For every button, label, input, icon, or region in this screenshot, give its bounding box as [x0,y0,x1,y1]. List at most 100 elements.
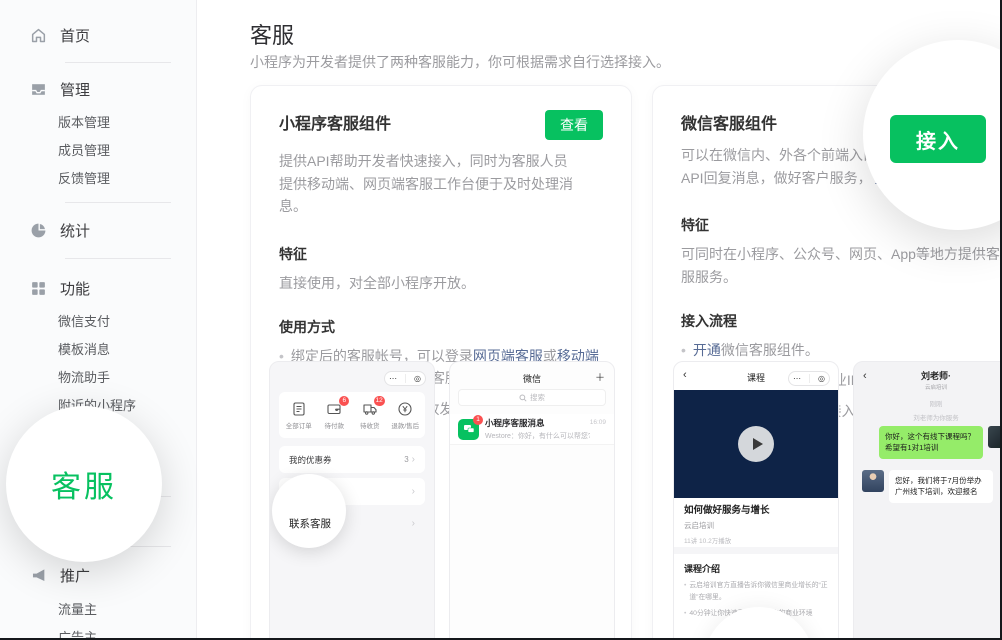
chevron-right-icon: › [412,519,415,529]
pie-chart-icon [30,222,47,239]
grid-cell: 退款/售后 [388,401,422,430]
more-icon: ⋯ [389,375,397,383]
card-title: 微信客服组件 [681,110,777,134]
connect-button[interactable]: 接入 [890,115,986,163]
divider [65,202,171,203]
desc-text: API回复消息，做好客户服务， [681,170,872,186]
plus-icon: ＋ [595,369,605,384]
sidebar-subitem-logistics[interactable]: 物流助手 [58,366,110,386]
chat-timestamp: 刚刚 [854,398,1002,408]
sidebar-item-features[interactable]: 功能 [30,276,90,300]
all-orders-icon [291,401,307,417]
chevron-right-icon: › [412,487,415,497]
sidebar: 首页 管理 版本管理 成员管理 反馈管理 统计 功能 微信支付 模板消息 [0,0,197,640]
divider [65,258,171,259]
incoming-message-row: 您好，我们将于7月份举办广州线下培训，欢迎报名 [862,470,1002,503]
refund-icon [397,401,413,417]
sidebar-subitem-members[interactable]: 成员管理 [58,139,110,159]
orders-icon-grid: 全部订单 6 待付款 12 待收货 退款/售后 [279,392,425,438]
chat-title: 小程序客服消息 [485,417,590,429]
sidebar-item-home[interactable]: 首页 [30,23,90,47]
outgoing-bubble: 你好，这个有线下课程吗？希望有1对1培训 [879,426,983,459]
sidebar-item-label: 首页 [60,25,90,46]
phone-mockup-course: ‹ 课程 ⋯ ◎ 如何做好服务与增长 云启培训 11讲 10.2万播放 课程介绍… [673,361,839,640]
phone-mockup-wechat-list: 微信 ＋ 搜索 1 小程序客服消息 Westore：你好，有什么可以帮您? 16… [449,361,615,640]
sidebar-item-stats[interactable]: 统计 [30,218,90,242]
chevron-right-icon: › [412,455,415,465]
grid-icon [30,280,47,297]
sidebar-item-label: 管理 [60,79,90,100]
capsule-target-icon: ◎ [414,375,421,383]
grid-cell: 全部订单 [282,401,316,430]
video-thumbnail [674,390,838,498]
play-icon [738,426,774,462]
sidebar-item-customer-service[interactable]: 客服 [51,462,117,506]
feature-heading: 特征 [279,244,603,264]
page-title: 客服 [250,18,294,50]
inbox-icon [30,81,47,98]
search-bar: 搜索 [458,389,606,406]
sidebar-subitem-advertiser[interactable]: 广告主 [58,626,97,640]
service-chat-icon: 1 [458,419,479,440]
wechat-title: 微信 [450,372,614,385]
capsule-target-icon: ◎ [818,375,825,383]
chat-list-item: 1 小程序客服消息 Westore：你好，有什么可以帮您? 16:09 [450,414,614,444]
sidebar-spotlight-circle: 客服 [6,406,162,562]
incoming-bubble: 您好，我们将于7月份举办广州线下培训，欢迎报名 [889,470,993,503]
phone-mockup-orders: ⋯ ◎ 全部订单 6 待付款 12 待收货 [269,361,435,640]
chat-contact-org: 云启培训 [854,383,1002,391]
page-subtitle: 小程序为开发者提供了两种客服能力，你可根据需求自行选择接入。 [250,52,670,72]
search-icon [519,394,527,402]
chat-system-message: 刘老师为你服务 [854,412,1002,422]
sidebar-subitem-feedback[interactable]: 反馈管理 [58,167,110,187]
bullet-text: 微信客服组件。 [721,342,819,358]
list-item-contact-service: 联系客服 › [279,510,425,537]
intro-heading: 课程介绍 [684,562,828,575]
intro-bullet: 云启培训官方直播告诉你微信里商业增长的“正道”在哪里。 [684,580,828,603]
sidebar-subitem-version[interactable]: 版本管理 [58,111,110,131]
feature-text: 直接使用，对全部小程序开放。 [279,272,603,295]
divider [674,547,838,554]
search-placeholder: 搜索 [530,392,545,403]
megaphone-icon [30,567,47,584]
badge: 6 [339,396,349,406]
agent-avatar [862,470,884,492]
flow-bullet: 开通微信客服组件。 [681,339,1002,362]
video-provider: 云启培训 [684,520,828,531]
chat-preview: Westore：你好，有什么可以帮您? [485,431,590,441]
miniprogram-capsule: ⋯ ◎ [788,371,830,386]
flow-heading: 接入流程 [681,311,1002,331]
sidebar-subitem-template-msg[interactable]: 模板消息 [58,338,110,358]
badge: 12 [374,396,385,406]
divider [65,62,171,63]
list-item-coupons: 我的优惠券 3 › [279,446,425,473]
sidebar-item-promotion[interactable]: 推广 [30,563,90,587]
home-icon [30,27,47,44]
video-meta: 11讲 10.2万播放 [684,535,828,545]
video-title: 如何做好服务与增长 [684,502,828,516]
grid-cell: 6 待付款 [317,401,351,430]
app-root: 首页 管理 版本管理 成员管理 反馈管理 统计 功能 微信支付 模板消息 [0,0,1002,640]
chat-contact-name: 刘老师· [854,369,1002,382]
more-icon: ⋯ [793,375,801,383]
card-title: 小程序客服组件 [279,110,391,134]
sidebar-item-label: 推广 [60,565,90,586]
phone-mockup-chat: ‹ ⋯ 刘老师· 云启培训 刚刚 刘老师为你服务 你好，这个有线下课程吗？希望有… [853,361,1002,640]
sidebar-item-manage[interactable]: 管理 [30,77,90,101]
sidebar-subitem-wechat-pay[interactable]: 微信支付 [58,310,110,330]
outgoing-message-row: 你好，这个有线下课程吗？希望有1对1培训 [862,426,1002,459]
chat-time: 16:09 [590,419,606,426]
badge: 1 [473,415,483,425]
user-avatar [988,426,1002,448]
grid-cell: 12 待收货 [353,401,387,430]
sidebar-item-label: 统计 [60,220,90,241]
miniprogram-capsule: ⋯ ◎ [384,371,426,386]
feature-text: 可同时在小程序、公众号、网页、App等地方提供客服服务。 [681,243,1002,288]
view-button[interactable]: 查看 [545,110,603,140]
sidebar-subitem-traffic[interactable]: 流量主 [58,598,97,618]
card-miniprogram-service: 小程序客服组件 查看 提供API帮助开发者快速接入，同时为客服人员提供移动端、网… [250,85,632,640]
activate-link[interactable]: 开通 [693,342,721,358]
sidebar-item-label: 功能 [60,278,90,299]
usage-heading: 使用方式 [279,317,603,337]
card-description: 提供API帮助开发者快速接入，同时为客服人员提供移动端、网页端客服工作台便于及时… [279,150,579,218]
